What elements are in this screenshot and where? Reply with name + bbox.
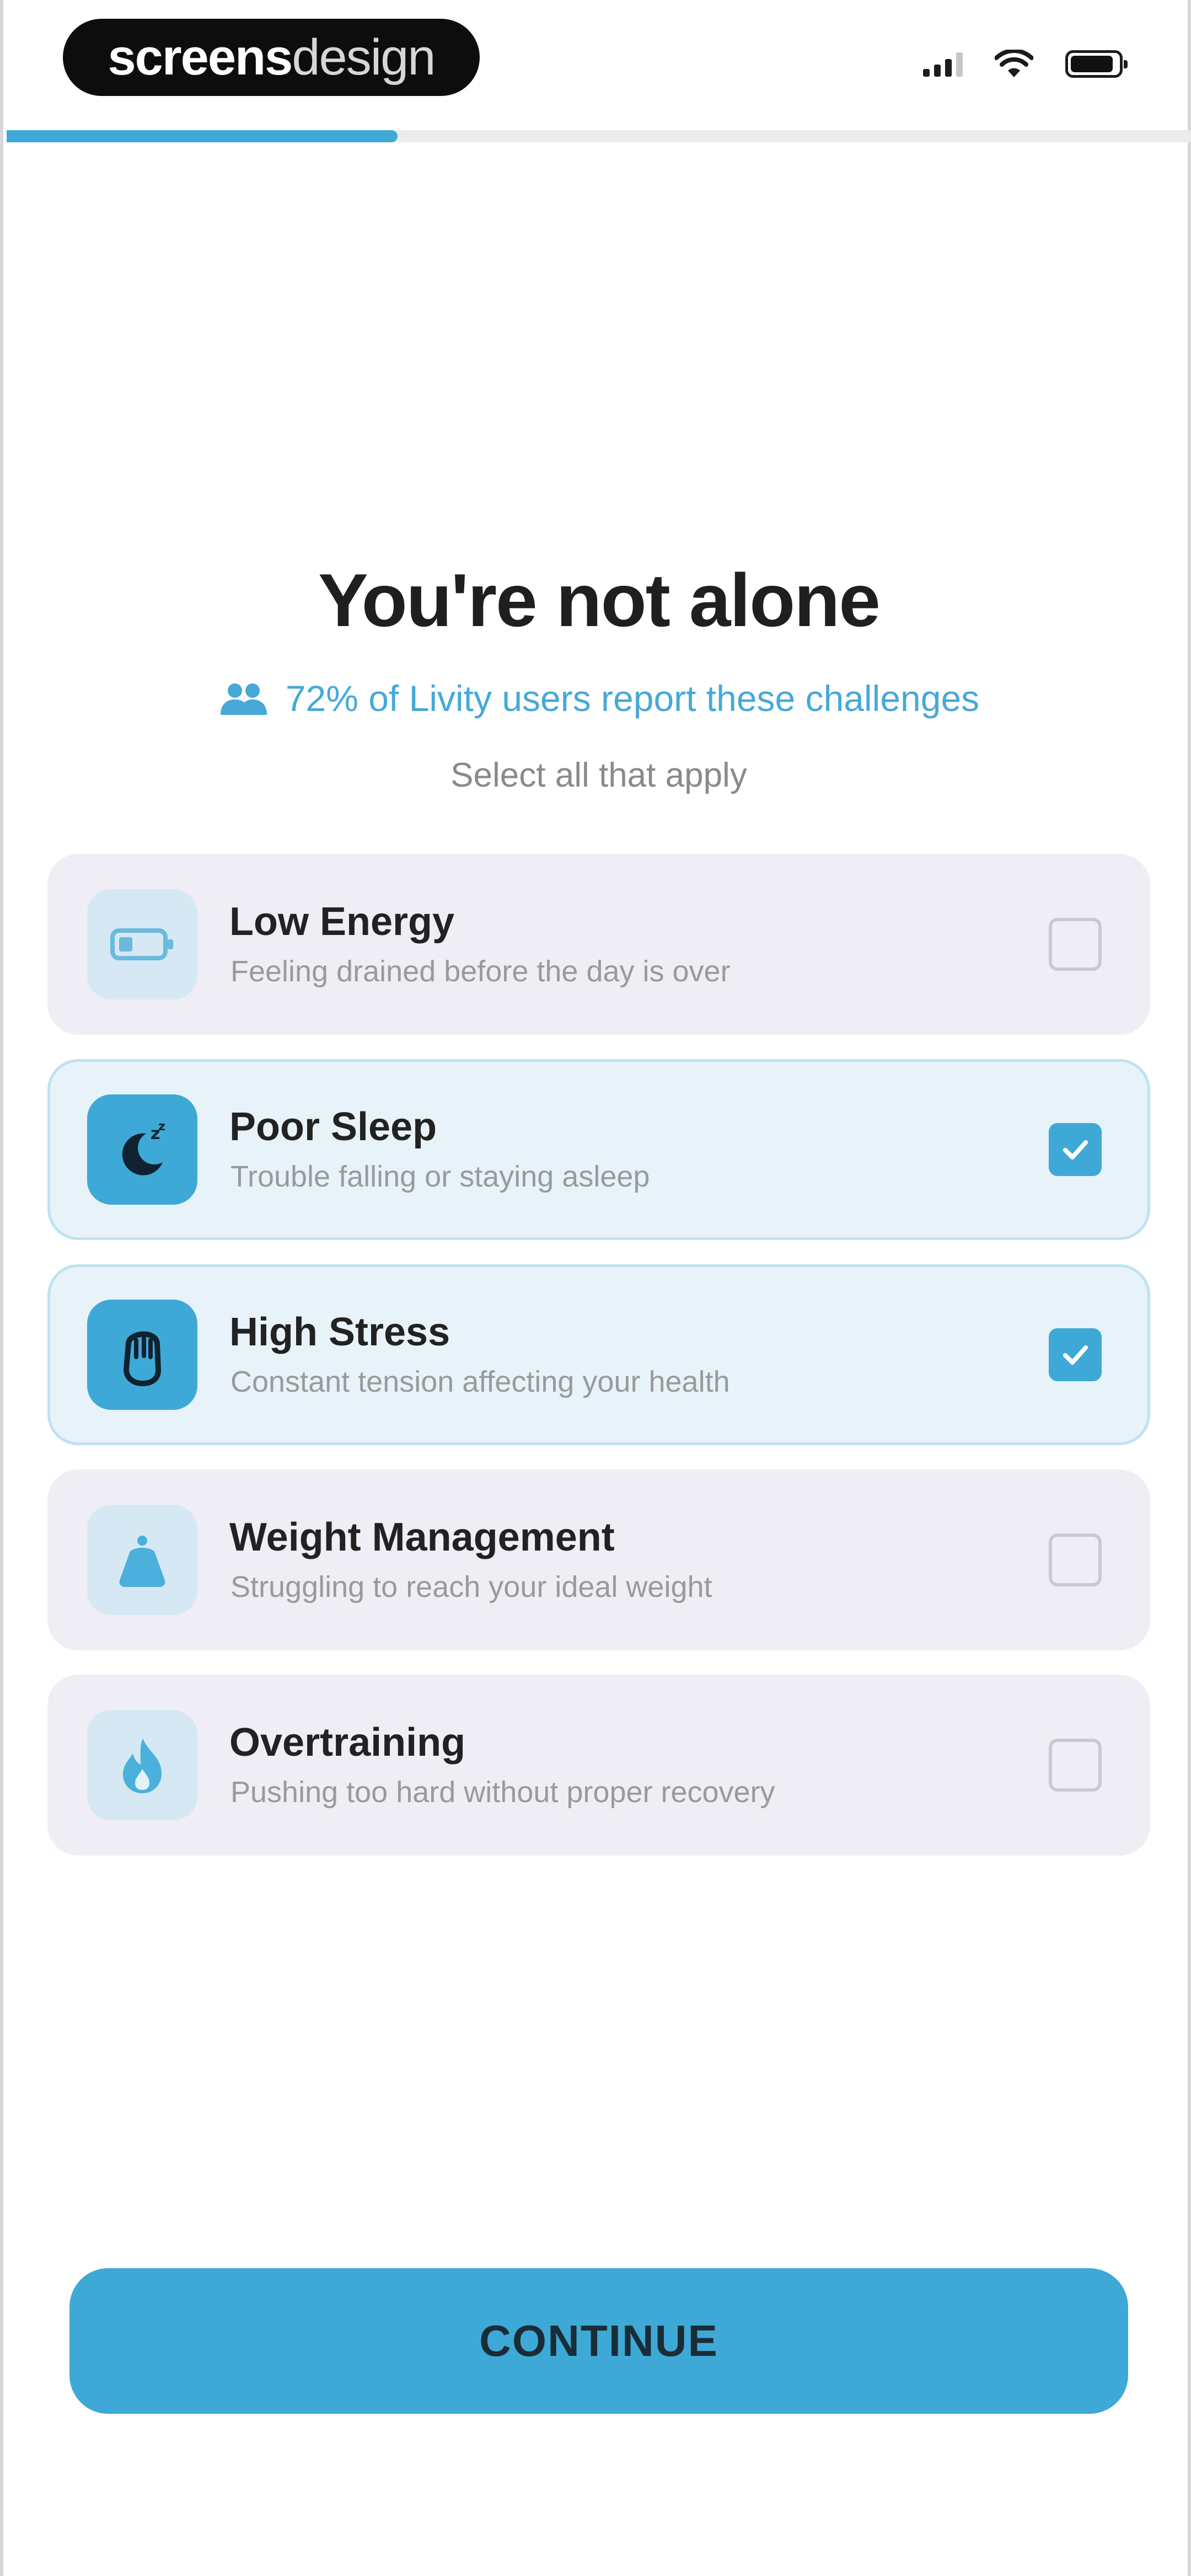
app-screen: screensdesign You're not alone 72% of Li… (0, 0, 1191, 2576)
battery-low-icon (87, 889, 197, 1000)
checkbox[interactable] (1049, 1739, 1102, 1792)
option-overtraining[interactable]: Overtraining Pushing too hard without pr… (47, 1675, 1150, 1856)
option-subtitle: Constant tension affecting your health (230, 1365, 730, 1398)
check-icon (1063, 1140, 1088, 1159)
option-weight-management[interactable]: Weight Management Struggling to reach yo… (47, 1469, 1150, 1650)
progress-fill (7, 130, 398, 142)
challenge-options-list: Low Energy Feeling drained before the da… (47, 854, 1150, 1880)
option-subtitle: Trouble falling or staying asleep (230, 1160, 650, 1193)
option-low-energy[interactable]: Low Energy Feeling drained before the da… (47, 854, 1150, 1035)
battery-icon (1065, 50, 1128, 78)
select-hint: Select all that apply (450, 756, 747, 794)
brand-text: screensdesign (108, 29, 436, 87)
status-bar: screensdesign (3, 0, 1191, 127)
checkbox[interactable] (1049, 1533, 1102, 1586)
onboarding-progress-bar (7, 130, 1191, 142)
check-icon (1063, 1345, 1088, 1365)
status-icons (923, 50, 1128, 78)
option-subtitle: Struggling to reach your ideal weight (230, 1570, 712, 1604)
option-subtitle: Pushing too hard without proper recovery (230, 1776, 775, 1809)
cellular-signal-icon (923, 51, 963, 77)
brand-text-bold: screens (108, 29, 293, 85)
option-title: Low Energy (229, 900, 455, 944)
checkbox[interactable] (1049, 918, 1102, 971)
stress-hand-icon (87, 1300, 197, 1410)
flame-icon (87, 1710, 197, 1820)
option-title: High Stress (229, 1310, 450, 1354)
moon-icon: z z (87, 1094, 197, 1205)
option-title: Weight Management (229, 1515, 615, 1559)
option-subtitle: Feeling drained before the day is over (230, 955, 731, 988)
brand-watermark: screensdesign (63, 19, 480, 96)
user-stat: 72% of Livity users report these challen… (3, 677, 1191, 719)
option-high-stress[interactable]: High Stress Constant tension affecting y… (47, 1264, 1150, 1445)
brand-text-light: design (292, 29, 436, 85)
kettlebell-icon (87, 1505, 197, 1615)
user-stat-text: 72% of Livity users report these challen… (285, 678, 980, 719)
wifi-icon (995, 50, 1033, 77)
option-title: Poor Sleep (229, 1105, 437, 1149)
page-title: You're not alone (318, 558, 881, 642)
option-poor-sleep[interactable]: z z Poor Sleep Trouble falling or stayin… (47, 1059, 1150, 1240)
option-title: Overtraining (229, 1720, 466, 1765)
svg-text:z: z (158, 1120, 165, 1134)
checkbox[interactable] (1049, 1328, 1102, 1381)
checkbox[interactable] (1049, 1123, 1102, 1176)
continue-button[interactable]: CONTINUE (69, 2268, 1128, 2414)
users-icon (220, 683, 267, 715)
